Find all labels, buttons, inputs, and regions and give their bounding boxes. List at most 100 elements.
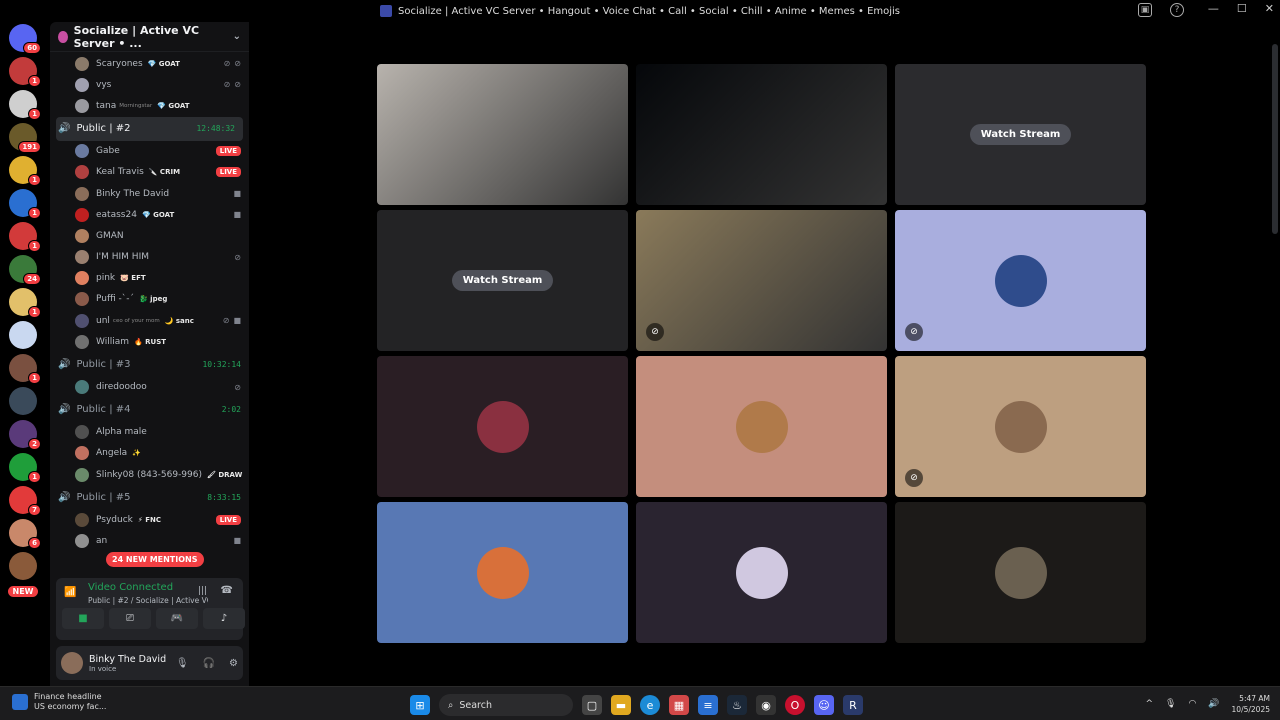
participant-tile[interactable] xyxy=(636,356,887,497)
voice-user[interactable]: Angela ✨ xyxy=(50,443,249,464)
server-icon[interactable]: 7 xyxy=(9,486,41,516)
stream-tile[interactable]: Watch Stream xyxy=(895,64,1146,205)
headphones-icon[interactable]: 🎧 xyxy=(203,658,215,669)
steam-icon[interactable]: ♨ xyxy=(727,695,747,715)
user-subtitle: ceo of your mom xyxy=(112,317,160,324)
server-icon[interactable]: 1 xyxy=(9,90,41,120)
participant-tile[interactable] xyxy=(895,502,1146,643)
server-icon[interactable]: 2 xyxy=(9,420,41,450)
server-icon[interactable] xyxy=(9,387,37,415)
voice-channel-link[interactable]: Public | #2 / Socialize | Active VC Serv… xyxy=(88,596,208,605)
voice-user[interactable]: Alpha male xyxy=(50,422,249,443)
new-badge[interactable]: NEW xyxy=(7,586,39,597)
wifi-icon[interactable]: ◠ xyxy=(1188,699,1196,709)
voice-user[interactable]: eatass24 💎 GOAT ■ xyxy=(50,204,249,225)
clock[interactable]: 5:47 AM 10/5/2025 xyxy=(1232,693,1270,715)
voice-channel[interactable]: 🔊 Public | #5 8:33:15 xyxy=(50,485,249,509)
task-view-icon[interactable]: ▢ xyxy=(582,695,602,715)
watch-stream-button[interactable]: Watch Stream xyxy=(451,270,554,291)
server-icon[interactable]: 1 xyxy=(9,156,41,186)
server-icon[interactable]: 1 xyxy=(9,453,41,483)
search-box[interactable]: ⌕ Search xyxy=(439,694,573,716)
server-icon[interactable]: 60 xyxy=(9,24,41,54)
avatar[interactable] xyxy=(61,652,83,674)
voice-user[interactable]: Puffi -`-´ 🐉 jpeg xyxy=(50,289,249,310)
voice-user[interactable]: diredoodoo ⊘ xyxy=(50,376,249,397)
signal-icon[interactable]: 📶 xyxy=(64,587,80,603)
voice-user[interactable]: GMAN xyxy=(50,225,249,246)
voice-user[interactable]: Psyduck ⚡ FNC LIVE xyxy=(50,509,249,530)
stream-tile[interactable]: Watch Stream xyxy=(377,210,628,351)
voice-user[interactable]: I'M HIM HIM ⊘ xyxy=(50,247,249,268)
server-icon[interactable]: 1 xyxy=(9,354,41,384)
server-icon[interactable]: 24 xyxy=(9,255,41,285)
voice-user[interactable]: Binky The David ■ xyxy=(50,183,249,204)
file-explorer-icon[interactable]: ▬ xyxy=(611,695,631,715)
soundboard-button[interactable]: ♪ xyxy=(203,608,245,629)
inbox-icon[interactable]: ▣ xyxy=(1138,3,1152,17)
voice-user[interactable]: vys ⊘ ⊘ xyxy=(50,74,249,95)
participant-tile[interactable] xyxy=(636,502,887,643)
disconnect-icon[interactable]: ☎ xyxy=(221,585,233,596)
notepad-icon[interactable]: ≡ xyxy=(698,695,718,715)
server-icon[interactable] xyxy=(9,552,37,580)
participant-tile[interactable] xyxy=(377,502,628,643)
opera-icon[interactable]: O xyxy=(785,695,805,715)
server-icon[interactable]: 1 xyxy=(9,222,41,252)
rsi-icon[interactable]: R xyxy=(843,695,863,715)
discord-icon[interactable]: ☺ xyxy=(814,695,834,715)
noise-suppression-icon[interactable]: ||| xyxy=(198,586,207,596)
speaker-icon: 🔊 xyxy=(58,123,71,135)
voice-user[interactable]: Scaryones 💎 GOAT ⊘ ⊘ xyxy=(50,53,249,74)
scrollbar[interactable] xyxy=(1272,44,1278,234)
server-icon[interactable]: 6 xyxy=(9,519,41,549)
participant-tile[interactable] xyxy=(377,356,628,497)
news-widget[interactable]: Finance headline US economy fac... xyxy=(12,692,106,712)
server-icon[interactable] xyxy=(9,321,37,349)
activity-button[interactable]: 🎮 xyxy=(156,608,198,629)
participant-tile[interactable]: ⊘ xyxy=(895,210,1146,351)
watch-stream-button[interactable]: Watch Stream xyxy=(969,124,1072,145)
voice-user[interactable]: William 🔥 RUST xyxy=(50,331,249,352)
video-tile[interactable] xyxy=(377,64,628,205)
settings-icon[interactable]: ⚙ xyxy=(229,658,238,669)
screen-share-button[interactable]: ⎚ xyxy=(109,608,151,629)
microphone-icon[interactable]: 🎙 xyxy=(176,658,189,669)
edge-icon[interactable]: e xyxy=(640,695,660,715)
minimize-icon[interactable]: — xyxy=(1208,2,1219,15)
volume-icon[interactable]: 🔊 xyxy=(1208,699,1219,709)
server-icon[interactable]: 191 xyxy=(9,123,41,153)
voice-user[interactable]: unl ceo of your mom 🌙 sanc ⊘ ■ xyxy=(50,310,249,331)
voice-user[interactable]: an ■ xyxy=(50,530,249,551)
voice-channel[interactable]: 🔊 Public | #2 12:48:32 xyxy=(56,116,243,141)
voice-channel[interactable]: 🔊 Public | #3 10:32:14 xyxy=(50,352,249,376)
obs-icon[interactable]: ◉ xyxy=(756,695,776,715)
new-mentions-badge[interactable]: 24 NEW MENTIONS xyxy=(106,552,204,567)
voice-user[interactable]: Slinky08 (843-569-996) 🖌 DRAW xyxy=(50,464,249,485)
deafened-icon: ⊘ xyxy=(234,80,241,90)
server-icon[interactable]: 1 xyxy=(9,288,41,318)
close-icon[interactable]: ✕ xyxy=(1265,2,1274,15)
voice-user[interactable]: tana Morningstar 💎 GOAT xyxy=(50,95,249,116)
video-tile[interactable] xyxy=(636,64,887,205)
speaker-icon: 🔊 xyxy=(58,404,71,416)
server-icon[interactable]: 1 xyxy=(9,57,41,87)
live-badge: LIVE xyxy=(215,514,241,525)
deafened-icon: ⊘ xyxy=(234,59,241,69)
voice-user[interactable]: Keal Travis 🔪 CRIM LIVE xyxy=(50,162,249,183)
role-tag: 🐷 EFT xyxy=(120,274,146,283)
server-header[interactable]: Socialize | Active VC Server • ... ⌄ xyxy=(50,22,249,52)
voice-channel[interactable]: 🔊 Public | #4 2:02 xyxy=(50,398,249,422)
store-icon[interactable]: ▦ xyxy=(669,695,689,715)
windows-start-icon[interactable]: ⊞ xyxy=(410,695,430,715)
help-icon[interactable]: ? xyxy=(1170,3,1184,17)
server-icon[interactable]: 1 xyxy=(9,189,41,219)
chevron-up-icon[interactable]: ^ xyxy=(1145,699,1153,709)
video-tile[interactable]: ⊘ xyxy=(636,210,887,351)
maximize-icon[interactable]: ☐ xyxy=(1237,2,1247,15)
participant-tile[interactable]: ⊘ xyxy=(895,356,1146,497)
voice-user[interactable]: pink 🐷 EFT xyxy=(50,268,249,289)
microphone-icon[interactable]: 🎙 xyxy=(1165,699,1176,709)
camera-button[interactable]: ■ xyxy=(62,608,104,629)
voice-user[interactable]: Gabe LIVE xyxy=(50,141,249,162)
